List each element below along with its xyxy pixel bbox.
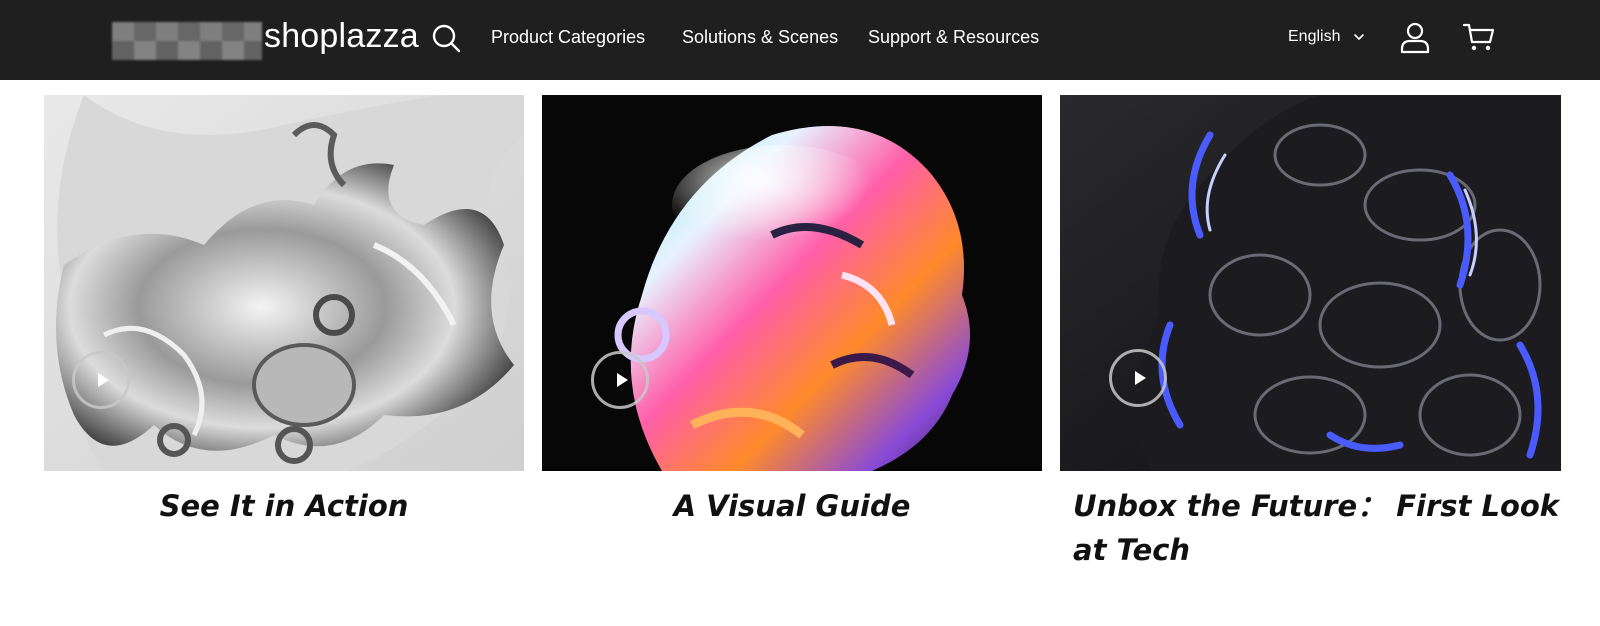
nav-solutions-scenes[interactable]: Solutions & Scenes [682,27,838,48]
video-card-a-visual-guide[interactable] [542,95,1042,471]
video-card-unbox-the-future[interactable] [1060,95,1561,471]
site-header: shoplazza Product Categories Solutions &… [0,0,1600,80]
cart-icon[interactable] [1462,20,1496,54]
logo-mark-blurred[interactable] [112,22,262,60]
play-button-icon[interactable] [72,351,130,409]
holographic-head-image [542,95,1042,471]
card-title[interactable]: See It in Action [44,484,524,528]
card-title[interactable]: Unbox the Future： First Look at Tech [1073,484,1573,572]
play-button-icon[interactable] [1109,349,1167,407]
nav-support-resources[interactable]: Support & Resources [868,27,1039,48]
user-icon[interactable] [1398,20,1432,54]
chevron-down-icon[interactable] [1352,30,1366,44]
play-button-icon[interactable] [591,351,649,409]
card-title[interactable]: A Visual Guide [542,484,1042,528]
dark-crystal-image [1060,95,1561,471]
logo-text[interactable]: shoplazza [264,17,419,56]
nav-product-categories[interactable]: Product Categories [491,27,645,48]
video-card-see-it-in-action[interactable] [44,95,524,471]
language-selector[interactable]: English [1288,28,1340,46]
silver-sculpture-image [44,95,524,471]
search-icon[interactable] [430,22,462,54]
